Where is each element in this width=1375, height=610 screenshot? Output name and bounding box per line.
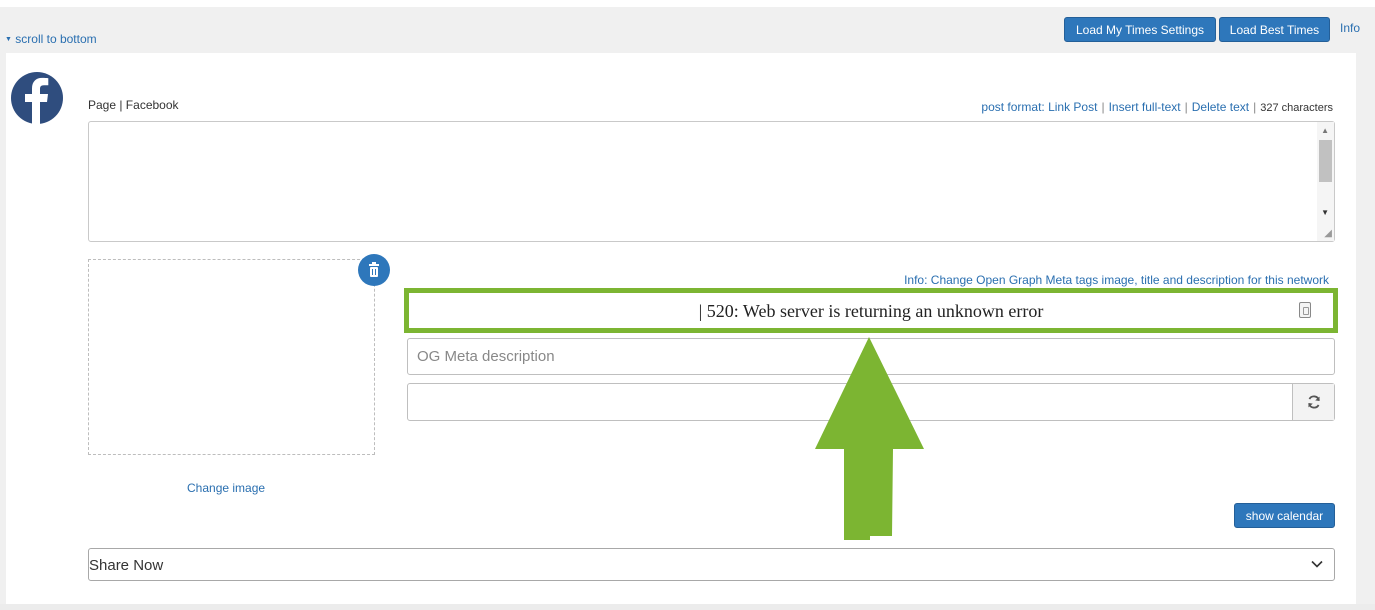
insert-full-text-link[interactable]: Insert full-text	[1109, 100, 1181, 114]
scrollbar-thumb[interactable]	[1319, 140, 1332, 182]
trash-icon	[369, 262, 379, 277]
post-format-link[interactable]: post format: Link Post	[981, 100, 1097, 114]
arrow-up-icon	[815, 337, 924, 540]
network-label: Page | Facebook	[88, 98, 179, 112]
info-link[interactable]: Info	[1340, 21, 1360, 35]
separator: |	[1253, 100, 1257, 114]
message-textarea[interactable]: ▲ ▼ ◢	[88, 121, 1335, 242]
share-timing-select[interactable]: Share Now	[88, 548, 1335, 581]
scroll-link-label: scroll to bottom	[15, 32, 97, 46]
refresh-button[interactable]	[1292, 384, 1334, 420]
separator: |	[1184, 100, 1188, 114]
post-actions: post format: Link Post | Insert full-text |…	[981, 100, 1333, 114]
scroll-up-icon[interactable]: ▲	[1321, 126, 1329, 135]
og-title-field[interactable]: | 520: Web server is returning an unknow…	[404, 288, 1338, 333]
scroll-down-icon[interactable]: ▼	[1321, 208, 1329, 217]
delete-text-link[interactable]: Delete text	[1192, 100, 1249, 114]
show-calendar-button[interactable]: show calendar	[1234, 503, 1335, 528]
delete-image-button[interactable]	[358, 254, 390, 286]
load-my-times-button[interactable]: Load My Times Settings	[1064, 17, 1216, 42]
bottom-border	[0, 604, 1375, 610]
character-count: 327 characters	[1260, 102, 1333, 114]
separator: |	[1101, 100, 1105, 114]
change-image-link[interactable]: Change image	[187, 481, 265, 495]
load-best-times-button[interactable]: Load Best Times	[1219, 17, 1330, 42]
image-placeholder[interactable]	[88, 259, 375, 455]
resize-grip-icon[interactable]: ◢	[1324, 228, 1332, 239]
right-border	[1356, 53, 1375, 606]
share-selected-value: Share Now	[89, 557, 164, 574]
scroll-bullet-icon: ▼	[5, 36, 12, 43]
field-contact-icon[interactable]	[1299, 302, 1311, 318]
scroll-to-bottom-link[interactable]: ▼ scroll to bottom	[5, 32, 97, 46]
og-info-link[interactable]: Info: Change Open Graph Meta tags image,…	[904, 273, 1329, 287]
left-border	[0, 53, 6, 606]
textarea-scrollbar[interactable]: ▲ ▼	[1317, 122, 1334, 241]
og-title-value: | 520: Web server is returning an unknow…	[698, 301, 1044, 321]
chevron-down-icon	[1311, 560, 1323, 568]
refresh-icon	[1307, 395, 1320, 409]
facebook-icon	[11, 72, 63, 124]
